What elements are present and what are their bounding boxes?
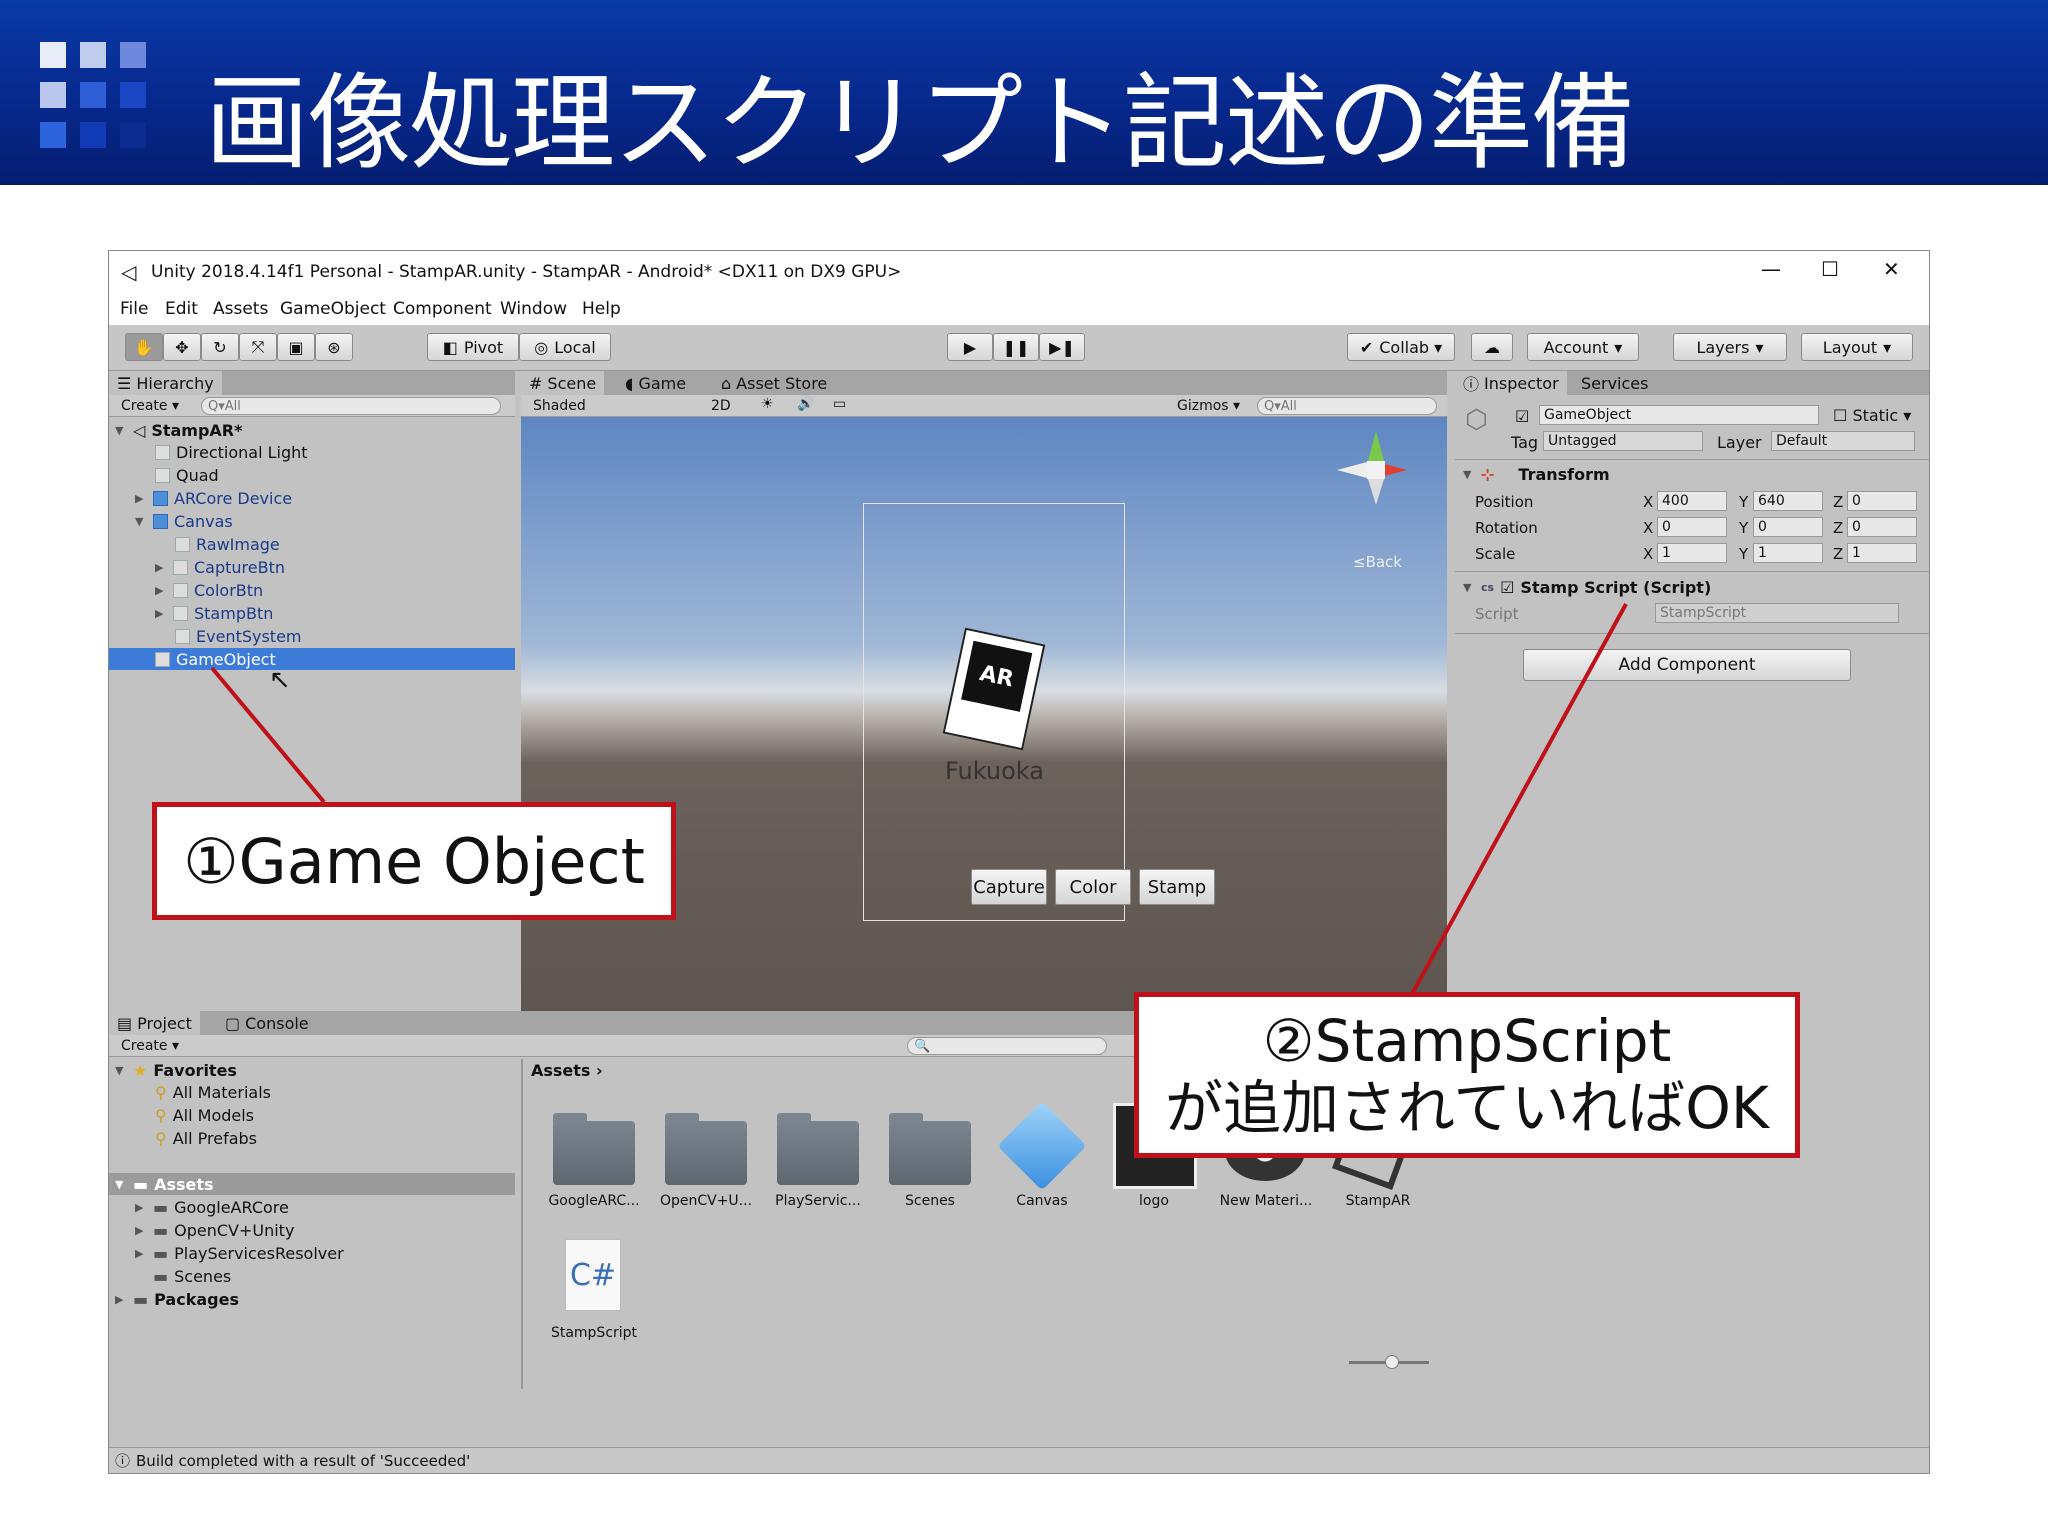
- callout-stampscript: ②StampScript が追加されていればOK: [1134, 992, 1800, 1158]
- annotation-lines: [210, 603, 1628, 995]
- callout-gameobject: ①Game Object: [152, 802, 676, 920]
